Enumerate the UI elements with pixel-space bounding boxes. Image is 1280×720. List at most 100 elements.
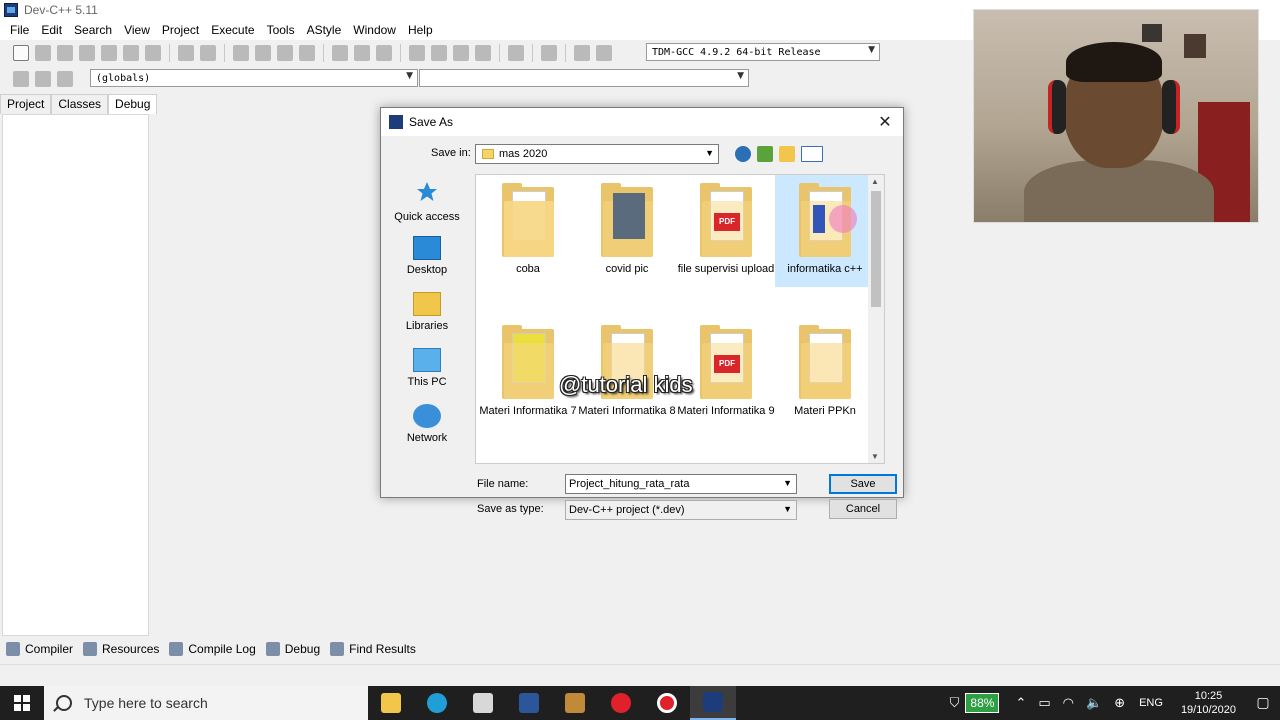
- close-all-icon[interactable]: [123, 45, 139, 61]
- battery-indicator[interactable]: 88%: [965, 693, 1000, 713]
- save-button[interactable]: Save: [829, 474, 897, 494]
- place-network[interactable]: Network: [385, 404, 469, 444]
- menu-astyle[interactable]: AStyle: [301, 23, 348, 37]
- compiler-select[interactable]: TDM-GCC 4.9.2 64-bit Release ▼: [646, 43, 880, 61]
- replace-icon[interactable]: [255, 45, 271, 61]
- print-icon[interactable]: [145, 45, 161, 61]
- tab-debug-output[interactable]: Debug: [265, 642, 320, 656]
- scroll-up-icon[interactable]: ▲: [871, 177, 879, 186]
- delete-profile-icon[interactable]: [596, 45, 612, 61]
- start-button[interactable]: [0, 686, 44, 720]
- tab-project[interactable]: Project: [0, 94, 52, 114]
- file-name-input[interactable]: Project_hitung_rata_rata ▼: [565, 474, 797, 494]
- insert-icon[interactable]: [13, 71, 29, 87]
- save-in-select[interactable]: mas 2020 ▼: [475, 144, 719, 164]
- folder-item[interactable]: Materi Informatika 7: [478, 317, 578, 418]
- scrollbar-thumb[interactable]: [871, 191, 881, 307]
- taskbar-opera[interactable]: [598, 686, 644, 720]
- taskbar-edge[interactable]: [414, 686, 460, 720]
- place-this-pc[interactable]: This PC: [385, 348, 469, 388]
- compile-icon[interactable]: [409, 45, 425, 61]
- scroll-down-icon[interactable]: ▼: [871, 452, 879, 461]
- tab-debug[interactable]: Debug: [108, 94, 158, 114]
- tab-find-results[interactable]: Find Results: [330, 642, 416, 656]
- save-icon[interactable]: [57, 45, 73, 61]
- taskbar-app-lightning[interactable]: [552, 686, 598, 720]
- shield-icon[interactable]: ⛉: [950, 696, 960, 711]
- tab-compiler[interactable]: Compiler: [6, 642, 73, 656]
- place-desktop[interactable]: Desktop: [385, 236, 469, 276]
- open-file-icon[interactable]: [35, 45, 51, 61]
- taskbar-word[interactable]: [506, 686, 552, 720]
- menu-file[interactable]: File: [4, 23, 35, 37]
- save-all-icon[interactable]: [79, 45, 95, 61]
- cancel-button[interactable]: Cancel: [829, 499, 897, 519]
- run-icon[interactable]: [431, 45, 447, 61]
- function-select[interactable]: ▼: [419, 69, 749, 87]
- menu-help[interactable]: Help: [402, 23, 439, 37]
- menu-tools[interactable]: Tools: [261, 23, 301, 37]
- file-list-scrollbar[interactable]: ▲ ▼: [868, 175, 884, 463]
- menu-edit[interactable]: Edit: [35, 23, 68, 37]
- clock-time: 10:25: [1194, 690, 1223, 702]
- taskbar-search[interactable]: Type here to search: [44, 686, 368, 720]
- folder-item[interactable]: PDF Materi Informatika 9: [676, 317, 776, 418]
- undo-icon[interactable]: [178, 45, 194, 61]
- menu-execute[interactable]: Execute: [205, 23, 260, 37]
- toggle-comment-icon[interactable]: [376, 45, 392, 61]
- goto-bookmark-icon[interactable]: [57, 71, 73, 87]
- language-indicator[interactable]: ENG: [1139, 697, 1163, 709]
- clock[interactable]: 10:25 19/10/2020: [1181, 689, 1236, 717]
- back-arrow-icon[interactable]: [735, 146, 751, 162]
- view-menu-icon[interactable]: [801, 146, 823, 162]
- up-folder-icon[interactable]: [757, 146, 773, 162]
- wifi-icon[interactable]: ◠: [1063, 696, 1074, 711]
- volume-icon[interactable]: 🔈: [1086, 696, 1102, 711]
- menu-window[interactable]: Window: [347, 23, 402, 37]
- syntax-check-icon[interactable]: [508, 45, 524, 61]
- globe-icon[interactable]: ⊕: [1114, 696, 1125, 711]
- tab-compile-log[interactable]: Compile Log: [169, 642, 256, 656]
- folder-item[interactable]: informatika c++: [775, 175, 875, 287]
- chevron-up-icon[interactable]: ⌃: [1015, 696, 1026, 711]
- close-icon[interactable]: ✕: [875, 112, 895, 132]
- profile-icon[interactable]: [574, 45, 590, 61]
- menu-view[interactable]: View: [118, 23, 156, 37]
- unindent-icon[interactable]: [354, 45, 370, 61]
- menu-search[interactable]: Search: [68, 23, 118, 37]
- folder-item[interactable]: coba: [478, 175, 578, 276]
- battery-icon[interactable]: ▭: [1038, 696, 1050, 711]
- toggle-bookmark-icon[interactable]: [35, 71, 51, 87]
- folder-item[interactable]: Materi Informatika 8: [577, 317, 677, 418]
- find-next-icon[interactable]: [277, 45, 293, 61]
- place-quick-access[interactable]: Quick access: [385, 180, 469, 223]
- taskbar-devcpp[interactable]: [690, 686, 736, 720]
- goto-line-icon[interactable]: [299, 45, 315, 61]
- place-libraries[interactable]: Libraries: [385, 292, 469, 332]
- record-icon: [657, 693, 677, 713]
- find-icon[interactable]: [233, 45, 249, 61]
- compile-run-icon[interactable]: [453, 45, 469, 61]
- folder-item[interactable]: Materi PPKn: [775, 317, 875, 418]
- dialog-title: Save As: [409, 115, 454, 129]
- indent-icon[interactable]: [332, 45, 348, 61]
- stop-execution-icon[interactable]: [541, 45, 557, 61]
- folder-item[interactable]: PDF file supervisi upload: [676, 175, 776, 276]
- taskbar-file-explorer[interactable]: [368, 686, 414, 720]
- rebuild-all-icon[interactable]: [475, 45, 491, 61]
- tab-resources[interactable]: Resources: [83, 642, 159, 656]
- debug-check-icon: [265, 642, 280, 656]
- notification-icon[interactable]: ▢: [1246, 695, 1280, 711]
- taskbar-store[interactable]: [460, 686, 506, 720]
- redo-icon[interactable]: [200, 45, 216, 61]
- close-file-icon[interactable]: [101, 45, 117, 61]
- new-file-icon[interactable]: [13, 45, 29, 61]
- menu-project[interactable]: Project: [156, 23, 205, 37]
- taskbar-recorder[interactable]: [644, 686, 690, 720]
- new-folder-icon[interactable]: [779, 146, 795, 162]
- folder-item[interactable]: covid pic: [577, 175, 677, 276]
- scope-select[interactable]: (globals) ▼: [90, 69, 418, 87]
- chevron-down-icon: ▼: [705, 148, 714, 158]
- save-type-select[interactable]: Dev-C++ project (*.dev) ▼: [565, 500, 797, 520]
- tab-classes[interactable]: Classes: [51, 94, 109, 114]
